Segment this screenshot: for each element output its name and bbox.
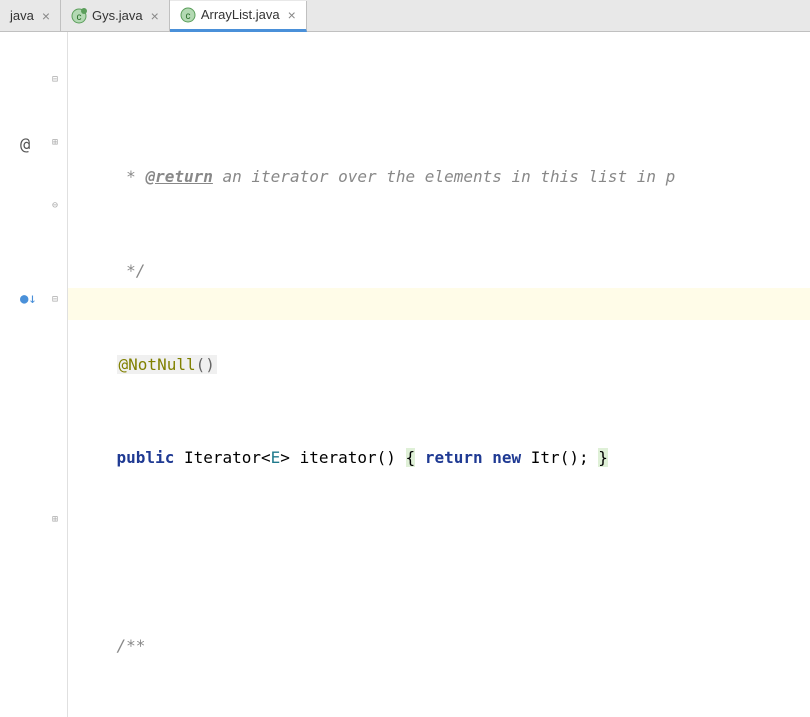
editor-area: ⊟ @ ⊞ ⊖ ●↓ ⊟ ⊞ * @return an iterator over … [0,32,810,717]
fold-icon[interactable]: ⊞ [52,514,58,525]
close-icon[interactable]: × [42,8,50,24]
highlighted-line [68,288,810,320]
fold-icon[interactable]: ⊟ [52,294,58,305]
fold-icon[interactable]: ⊞ [52,137,58,148]
close-icon[interactable]: × [288,7,296,23]
close-icon[interactable]: × [151,8,159,24]
svg-text:c: c [77,12,82,23]
code-text: */ [78,261,145,280]
tab-label: Gys.java [92,8,143,23]
gutter[interactable]: ⊟ @ ⊞ ⊖ ●↓ ⊟ ⊞ [0,32,68,717]
code-text: public Iterator<E> iterator() { return n… [78,448,608,467]
override-icon[interactable]: @ [20,135,30,155]
svg-text:c: c [185,11,190,22]
tabs-bar: java × c Gys.java × c ArrayList.java × [0,0,810,32]
fold-icon[interactable]: ⊖ [52,200,58,211]
tab-java[interactable]: java × [0,0,61,31]
fold-icon[interactable]: ⊟ [52,74,58,85]
code-editor[interactable]: * @return an iterator over the elements … [68,32,810,717]
tab-label: java [10,8,34,23]
implementing-icon[interactable]: ●↓ [20,291,37,307]
tab-arraylist[interactable]: c ArrayList.java × [170,1,307,32]
code-text: /** [78,636,145,655]
code-text: * @return an iterator over the elements … [78,167,675,186]
tab-gys[interactable]: c Gys.java × [61,0,170,31]
java-class-icon: c [71,8,87,24]
tab-label: ArrayList.java [201,7,280,22]
java-class-icon: c [180,7,196,23]
code-text: @NotNull() [78,355,217,374]
